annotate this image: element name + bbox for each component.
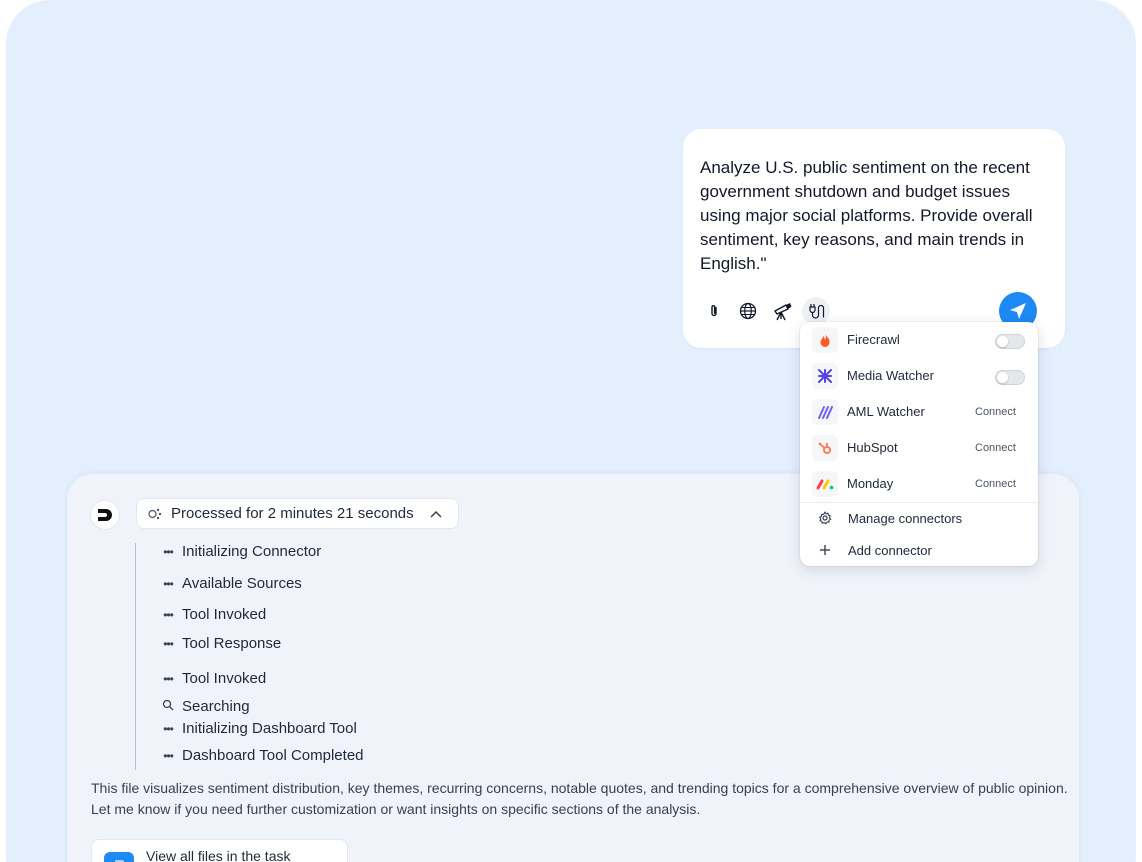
- step-label: Available Sources: [182, 575, 302, 592]
- dots-icon: •••: [163, 544, 174, 559]
- connector-name: Monday: [847, 476, 894, 491]
- dots-icon: •••: [163, 748, 174, 763]
- gear-icon: [817, 510, 833, 526]
- assistant-avatar: [91, 501, 119, 529]
- connectors-dropdown: Firecrawl Media Watcher AML Watcher Conn…: [800, 322, 1038, 566]
- connector-item-monday[interactable]: Monday Connect: [800, 466, 1038, 502]
- step-label: Initializing Connector: [182, 543, 322, 560]
- step-item: ••• Initializing Dashboard Tool: [162, 720, 357, 737]
- connector-name: HubSpot: [847, 440, 898, 455]
- connector-item-media-watcher[interactable]: Media Watcher: [800, 358, 1038, 394]
- step-item: ••• Tool Invoked: [162, 606, 266, 623]
- step-item: ••• Dashboard Tool Completed: [162, 747, 364, 764]
- aml-watcher-icon: [812, 399, 838, 425]
- hubspot-icon: [812, 435, 838, 461]
- files-icon: [104, 852, 134, 862]
- dots-icon: •••: [163, 721, 174, 736]
- step-item: ••• Tool Response: [162, 635, 281, 652]
- plus-icon: [817, 542, 833, 558]
- connector-item-aml-watcher[interactable]: AML Watcher Connect: [800, 394, 1038, 430]
- dots-icon: •••: [163, 576, 174, 591]
- dots-icon: •••: [163, 671, 174, 686]
- processed-label: Processed for 2 minutes 21 seconds: [171, 505, 414, 522]
- connect-link[interactable]: Connect: [975, 406, 1016, 418]
- media-watcher-toggle[interactable]: [995, 370, 1025, 385]
- step-label: Tool Response: [182, 635, 282, 652]
- paperclip-icon[interactable]: [700, 297, 728, 325]
- search-icon: [162, 699, 174, 714]
- step-label: Tool Invoked: [182, 670, 267, 687]
- sparkle-brain-icon: [148, 508, 162, 519]
- step-label: Dashboard Tool Completed: [182, 747, 364, 764]
- prompt-text: Analyze U.S. public sentiment on the rec…: [700, 158, 1033, 273]
- connector-item-hubspot[interactable]: HubSpot Connect: [800, 430, 1038, 466]
- view-all-files-label: View all files in the task: [146, 848, 291, 862]
- connector-name: Firecrawl: [847, 332, 900, 347]
- chevron-up-icon: [430, 510, 442, 518]
- response-summary: This file visualizes sentiment distribut…: [91, 780, 1068, 817]
- connect-link[interactable]: Connect: [975, 442, 1016, 454]
- step-label: Searching: [182, 698, 250, 715]
- add-connector-label: Add connector: [848, 543, 932, 558]
- connector-item-firecrawl[interactable]: Firecrawl: [800, 322, 1038, 358]
- step-item: ••• Initializing Connector: [162, 543, 321, 560]
- view-all-files-button[interactable]: View all files in the task: [91, 839, 348, 862]
- user-prompt-card: Analyze U.S. public sentiment on the rec…: [683, 129, 1065, 348]
- connect-link[interactable]: Connect: [975, 478, 1016, 490]
- connector-name: Media Watcher: [847, 368, 934, 383]
- assistant-logo-icon: [98, 509, 112, 521]
- add-connector-item[interactable]: Add connector: [800, 535, 1038, 565]
- step-item: Searching: [162, 698, 250, 715]
- firecrawl-toggle[interactable]: [995, 334, 1025, 349]
- prompt-toolbar: [700, 297, 836, 325]
- dots-icon: •••: [163, 607, 174, 622]
- send-arrow-icon: [1010, 303, 1026, 319]
- monday-icon: [812, 471, 838, 497]
- media-watcher-icon: [812, 363, 838, 389]
- step-item: ••• Tool Invoked: [162, 670, 266, 687]
- globe-icon[interactable]: [734, 297, 762, 325]
- telescope-icon[interactable]: [768, 297, 796, 325]
- manage-connectors-label: Manage connectors: [848, 511, 963, 526]
- step-item: ••• Available Sources: [162, 575, 302, 592]
- step-label: Initializing Dashboard Tool: [182, 720, 357, 737]
- processed-status-toggle[interactable]: Processed for 2 minutes 21 seconds: [136, 498, 459, 529]
- dots-icon: •••: [163, 636, 174, 651]
- flame-icon: [812, 327, 838, 353]
- connector-name: AML Watcher: [847, 404, 925, 419]
- connector-plug-icon[interactable]: [802, 297, 830, 325]
- manage-connectors-item[interactable]: Manage connectors: [800, 503, 1038, 533]
- steps-timeline-line: [135, 543, 136, 770]
- step-label: Tool Invoked: [182, 606, 267, 623]
